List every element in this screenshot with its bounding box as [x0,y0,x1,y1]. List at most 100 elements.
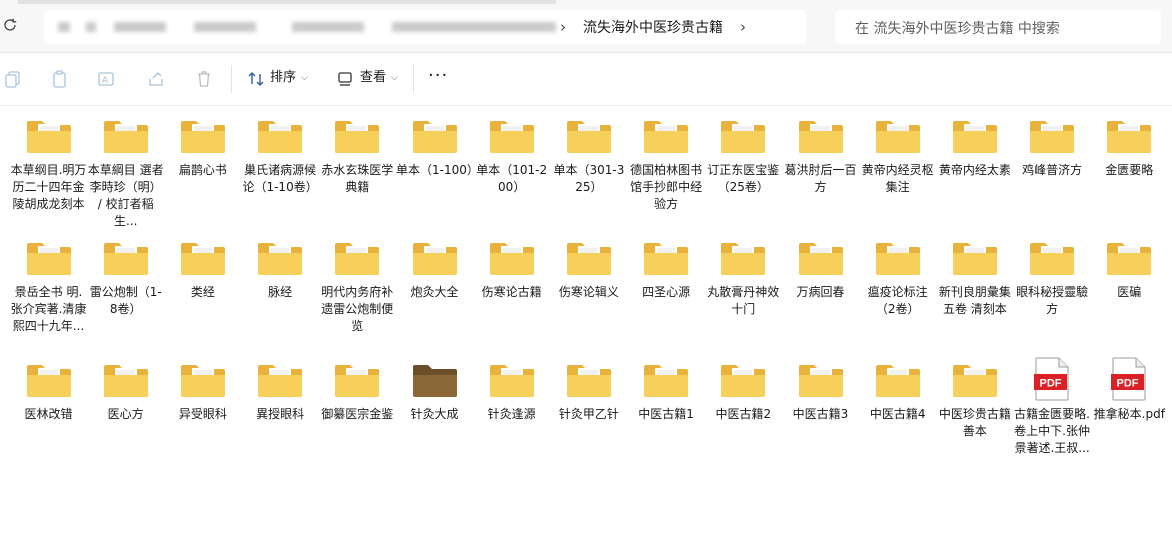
folder-item[interactable]: 四圣心源 [628,235,705,301]
folder-icon [258,121,303,153]
item-name: 医心方 [107,407,144,421]
item-name: 医碥 [1117,285,1142,299]
folder-item[interactable]: 针灸甲乙针 [550,357,627,423]
folder-item[interactable]: 炮灸大全 [396,235,473,301]
folder-item[interactable]: 葛洪肘后一百方 [782,113,859,196]
breadcrumb-blurred-segment[interactable] [58,22,70,32]
folder-item[interactable]: 针灸逢源 [473,357,550,423]
folder-item[interactable]: 中医珍贵古籍善本 [936,357,1013,440]
item-icon [411,357,459,401]
item-name: 異授眼科 [256,407,305,421]
view-button[interactable]: 查看 ⌵ [360,69,398,87]
sort-icon[interactable] [246,69,266,89]
breadcrumb-blurred-segment[interactable] [292,22,364,32]
refresh-icon[interactable] [2,17,18,33]
folder-item[interactable]: 丸散膏丹神效十门 [705,235,782,318]
item-name: 中医古籍1 [638,407,694,421]
search-box[interactable]: 在 流失海外中医珍贵古籍 中搜索 [835,10,1161,44]
item-name: 雷公炮制（1-8卷） [89,285,162,316]
folder-item[interactable]: 黄帝内经太素 [936,113,1013,179]
breadcrumb-blurred-segment[interactable] [86,22,96,32]
view-icon[interactable] [335,69,355,89]
item-name: 黄帝内经灵枢集注 [861,163,934,194]
folder-item[interactable]: 医心方 [87,357,164,423]
folder-item[interactable]: 针灸大成 [396,357,473,423]
folder-item[interactable]: 伤寒论古籍 [473,235,550,301]
breadcrumb-current-folder[interactable]: 流失海外中医珍贵古籍 [583,19,723,37]
copy-icon[interactable] [3,69,23,89]
item-name: 古籍金匮要略.卷上中下.张仲景著述.王叔... [1014,407,1090,455]
folder-item[interactable]: 异受眼科 [164,357,241,423]
folder-item[interactable]: 眼科秘授靈驗方 [1014,235,1091,318]
folder-item[interactable]: 中医古籍1 [628,357,705,423]
item-icon [874,235,922,279]
item-name: 鸡峰普济方 [1022,163,1083,177]
item-name: 本草綱目 選者李時珍（明） / 校訂者稲生... [87,163,164,228]
folder-item[interactable]: 雷公炮制（1-8卷） [87,235,164,318]
breadcrumb-blurred-segment[interactable] [392,22,556,32]
sort-button[interactable]: 排序 ⌵ [270,69,308,87]
folder-item[interactable]: 中医古籍4 [859,357,936,423]
item-name: 金匮要略 [1105,163,1154,177]
file-item[interactable]: PDF 古籍金匮要略.卷上中下.张仲景著述.王叔... [1014,357,1091,457]
folder-item[interactable]: 明代内务府补遗雷公炮制便览 [319,235,396,335]
breadcrumb[interactable]: › 流失海外中医珍贵古籍 › [44,10,806,44]
folder-item[interactable]: 本草纲目.明万历二十四年金陵胡成龙刻本 [10,113,87,213]
search-input[interactable]: 在 流失海外中医珍贵古籍 中搜索 [855,18,1060,38]
folder-item[interactable]: 黄帝内经灵枢集注 [859,113,936,196]
folder-item[interactable]: 万病回春 [782,235,859,301]
folder-icon [721,121,766,153]
svg-text:PDF: PDF [1117,378,1139,390]
item-name: 脉经 [268,285,293,299]
folder-item[interactable]: 御纂医宗金鉴 [319,357,396,423]
folder-icon [103,365,148,397]
address-bar: › 流失海外中医珍贵古籍 › 在 流失海外中医珍贵古籍 中搜索 [0,0,1172,53]
folder-item[interactable]: 单本（1-100） [396,113,473,179]
folder-item[interactable]: 鸡峰普济方 [1014,113,1091,179]
folder-icon [644,365,689,397]
folder-item[interactable]: 中医古籍3 [782,357,859,423]
folder-item[interactable]: 景岳全书 明.张介宾著.清康熙四十九年... [10,235,87,335]
share-icon[interactable] [146,69,166,89]
folder-item[interactable]: 異授眼科 [242,357,319,423]
more-options-button[interactable]: ··· [428,65,448,86]
item-name: 丸散膏丹神效十门 [707,285,780,316]
folder-item[interactable]: 巢氏诸病源候论（1-10卷） [242,113,319,196]
folder-item[interactable]: 新刊良朋彙集五卷 清刻本 [936,235,1013,318]
folder-item[interactable]: 德国柏林图书馆手抄郎中经验方 [628,113,705,213]
folder-icon [335,121,380,153]
folder-icon [875,121,920,153]
breadcrumb-blurred-segment[interactable] [114,22,166,32]
folder-item[interactable]: 中医古籍2 [705,357,782,423]
folder-icon [566,243,611,275]
folder-item[interactable]: 单本（101-200） [473,113,550,196]
folder-item[interactable]: 医碥 [1091,235,1168,301]
file-item[interactable]: PDF 推拿秘本.pdf [1091,357,1168,423]
item-name: 中医珍贵古籍善本 [938,407,1011,438]
folder-item[interactable]: 单本（301-325） [550,113,627,196]
folder-item[interactable]: 本草綱目 選者李時珍（明） / 校訂者稲生... [87,113,164,230]
view-label: 查看 [360,70,387,85]
delete-icon[interactable] [194,69,214,89]
folder-icon [103,121,148,153]
breadcrumb-blurred-segment[interactable] [194,22,256,32]
item-icon [411,113,459,157]
breadcrumb-chevron-icon[interactable]: › [740,20,746,35]
rename-icon[interactable]: A [97,69,117,89]
item-name: 德国柏林图书馆手抄郎中经验方 [630,163,703,211]
item-icon [256,113,304,157]
folder-item[interactable]: 伤寒论辑义 [550,235,627,301]
folder-item[interactable]: 脉经 [242,235,319,301]
folder-item[interactable]: 订正东医宝鉴（25卷） [705,113,782,196]
paste-icon[interactable] [50,69,70,89]
breadcrumb-chevron-icon[interactable]: › [560,20,566,35]
folder-item[interactable]: 医林改错 [10,357,87,423]
folder-icon [180,121,225,153]
item-icon [874,357,922,401]
item-icon [719,113,767,157]
folder-item[interactable]: 扁鹊心书 [164,113,241,179]
folder-item[interactable]: 瘟疫论标注（2卷） [859,235,936,318]
folder-item[interactable]: 赤水玄珠医学典籍 [319,113,396,196]
folder-item[interactable]: 类经 [164,235,241,301]
folder-item[interactable]: 金匮要略 [1091,113,1168,179]
